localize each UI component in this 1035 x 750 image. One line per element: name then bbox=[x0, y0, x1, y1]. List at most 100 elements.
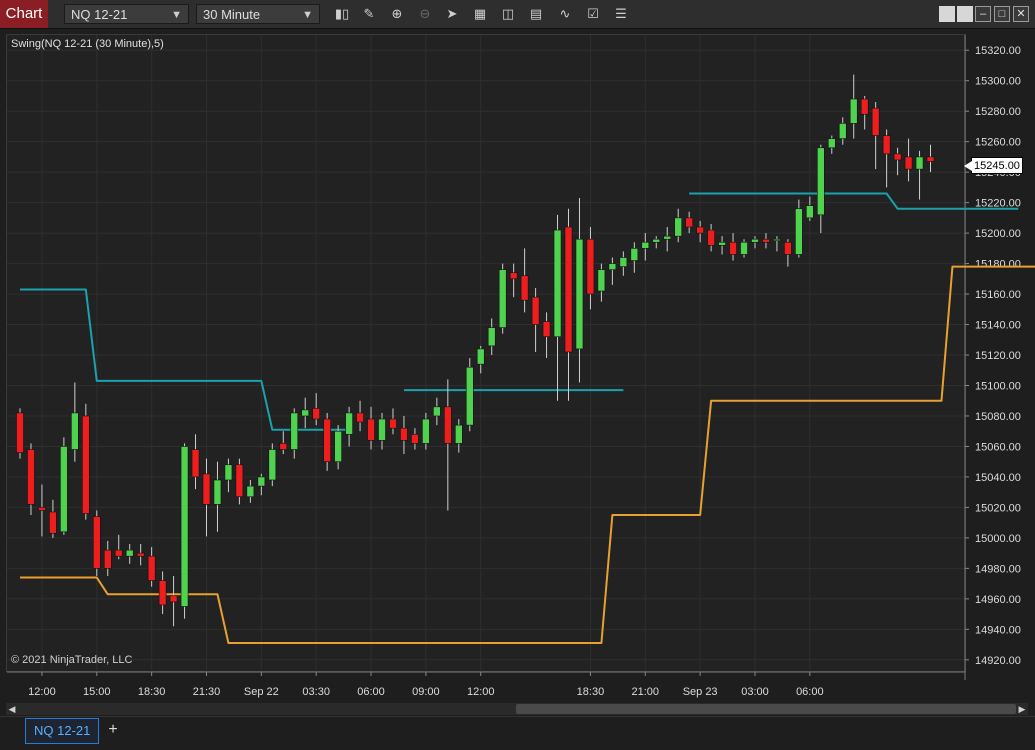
y-tick-label: 15020.00 bbox=[975, 502, 1021, 514]
tab-strip: NQ 12-21 + bbox=[0, 716, 1035, 750]
candle-down bbox=[16, 412, 24, 453]
candle-down bbox=[323, 418, 331, 462]
candle-up bbox=[773, 238, 781, 242]
candle-up bbox=[827, 138, 836, 149]
y-tick-label: 15280.00 bbox=[975, 106, 1021, 118]
candle-down bbox=[860, 98, 869, 115]
y-tick-label: 14980.00 bbox=[975, 563, 1021, 575]
x-tick-label: 06:00 bbox=[357, 686, 385, 698]
y-tick-label: 15160.00 bbox=[975, 289, 1021, 301]
candle-down bbox=[707, 229, 715, 246]
y-tick-label: 14940.00 bbox=[975, 624, 1021, 636]
candle-up bbox=[849, 98, 858, 124]
x-tick-label: 15:00 bbox=[83, 686, 111, 698]
candle-up bbox=[476, 348, 485, 365]
candle-down bbox=[158, 580, 167, 606]
candle-up bbox=[498, 269, 507, 328]
y-tick-label: 15100.00 bbox=[975, 381, 1021, 393]
candle-up bbox=[806, 205, 814, 219]
candle-up bbox=[268, 449, 277, 481]
candle-up bbox=[378, 418, 386, 441]
horizontal-scrollbar[interactable]: ◀ ▶ bbox=[6, 703, 1028, 715]
candle-down bbox=[685, 217, 693, 228]
candle-down bbox=[114, 549, 123, 557]
candle-down bbox=[147, 555, 156, 581]
candle-up bbox=[301, 409, 310, 417]
y-tick-label: 15140.00 bbox=[975, 320, 1021, 332]
candle-down bbox=[531, 296, 540, 325]
candle-down bbox=[784, 241, 792, 255]
price-chart[interactable]: 15320.0015300.0015280.0015260.0015240.00… bbox=[0, 0, 1035, 700]
candle-up bbox=[422, 418, 430, 444]
x-tick-label: 12:00 bbox=[28, 686, 56, 698]
x-tick-label: 06:00 bbox=[796, 686, 824, 698]
candle-up bbox=[652, 238, 661, 243]
candle-up bbox=[465, 366, 474, 426]
candle-down bbox=[202, 473, 211, 505]
x-tick-label: 21:30 bbox=[193, 686, 221, 698]
x-tick-label: 21:00 bbox=[632, 686, 660, 698]
candle-up bbox=[71, 412, 79, 450]
x-tick-label: 12:00 bbox=[467, 686, 495, 698]
candle-down bbox=[729, 241, 737, 255]
candle-up bbox=[454, 424, 463, 444]
candle-down bbox=[411, 433, 419, 444]
scroll-right-icon[interactable]: ▶ bbox=[1016, 703, 1028, 715]
tab-instrument[interactable]: NQ 12-21 bbox=[25, 718, 100, 744]
candle-down bbox=[564, 226, 573, 353]
y-tick-label: 15120.00 bbox=[975, 350, 1021, 362]
candle-down bbox=[926, 156, 935, 162]
candle-up bbox=[795, 208, 803, 255]
candle-down bbox=[235, 464, 244, 498]
candle-up bbox=[575, 238, 584, 350]
scrollbar-thumb[interactable] bbox=[516, 704, 1016, 714]
candle-up bbox=[619, 257, 628, 267]
candle-down bbox=[279, 443, 288, 450]
candle-down bbox=[882, 135, 891, 155]
last-price-marker: 15245.00 bbox=[964, 156, 1023, 174]
candle-up bbox=[213, 479, 222, 505]
candle-down bbox=[27, 449, 35, 505]
x-tick-label: 18:30 bbox=[577, 686, 605, 698]
candle-up bbox=[915, 156, 924, 170]
x-tick-label: 09:00 bbox=[412, 686, 440, 698]
candle-up bbox=[180, 446, 189, 607]
candle-down bbox=[542, 321, 551, 338]
candle-down bbox=[520, 275, 529, 301]
candle-up bbox=[674, 217, 683, 237]
y-tick-label: 15320.00 bbox=[975, 45, 1021, 57]
candle-up bbox=[608, 263, 617, 270]
copyright-notice: © 2021 NinjaTrader, LLC bbox=[11, 654, 133, 666]
candle-down bbox=[92, 516, 101, 569]
candle-down bbox=[312, 408, 320, 420]
y-tick-label: 15300.00 bbox=[975, 76, 1021, 88]
candle-down bbox=[389, 418, 397, 429]
candle-up bbox=[553, 229, 562, 338]
scroll-left-icon[interactable]: ◀ bbox=[6, 703, 18, 715]
candle-up bbox=[718, 241, 726, 246]
indicator-label[interactable]: Swing(NQ 12-21 (30 Minute),5) bbox=[11, 38, 164, 50]
candle-down bbox=[191, 449, 200, 478]
candle-down bbox=[169, 595, 178, 603]
candle-up bbox=[817, 147, 825, 216]
candle-up bbox=[334, 430, 342, 462]
candle-down bbox=[367, 418, 375, 441]
candle-up bbox=[125, 549, 134, 557]
y-tick-label: 15200.00 bbox=[975, 228, 1021, 240]
candle-up bbox=[630, 248, 639, 261]
candle-up bbox=[290, 412, 299, 450]
candle-up bbox=[487, 327, 496, 347]
candle-up bbox=[751, 238, 759, 243]
candle-down bbox=[586, 238, 595, 295]
add-tab-button[interactable]: + bbox=[103, 720, 123, 740]
candle-down bbox=[762, 238, 770, 243]
candle-down bbox=[356, 412, 364, 423]
candle-up bbox=[345, 412, 353, 435]
candle-up bbox=[60, 446, 68, 533]
x-tick-label: 03:00 bbox=[741, 686, 769, 698]
y-tick-label: 14960.00 bbox=[975, 594, 1021, 606]
candle-down bbox=[103, 549, 112, 569]
candle-up bbox=[740, 241, 748, 255]
y-tick-label: 14920.00 bbox=[975, 655, 1021, 667]
candle-down bbox=[871, 107, 880, 136]
